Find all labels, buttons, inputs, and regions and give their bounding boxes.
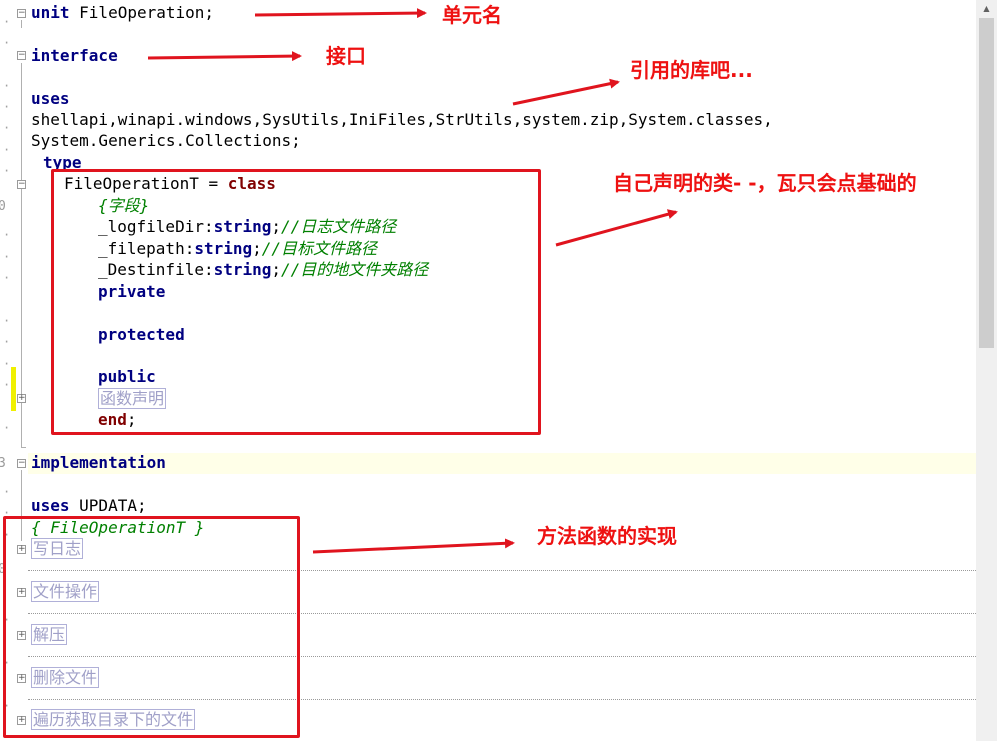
arrow-methods [312,538,515,554]
arrow-uses [512,78,620,106]
arrow-class [555,209,678,247]
annotation-methods: 方法函数的实现 [537,524,677,548]
arrow-interface [147,51,302,62]
annotation-uses: 引用的库吧... [630,58,753,82]
annotation-class: 自己声明的类- -，瓦只会点基础的 [613,171,917,195]
annotation-interface: 接口 [326,44,366,68]
annotation-arrows [147,8,678,554]
arrow-unit-name [254,8,427,19]
annotation-unit-name: 单元名 [442,3,502,27]
